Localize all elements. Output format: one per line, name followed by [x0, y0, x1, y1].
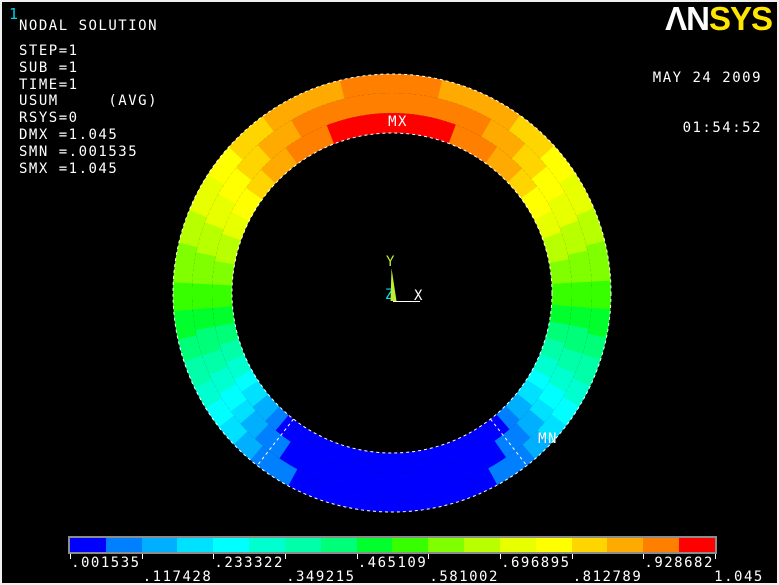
coordinate-triad: ZYX: [385, 254, 424, 304]
min-marker-label: MN: [538, 431, 558, 447]
ansys-graphics-window: 1 NODAL SOLUTION STEP=1SUB =1TIME=1USUM …: [0, 0, 779, 585]
max-marker-label: MX: [388, 114, 408, 130]
contour-plot: ZYXMXMN: [2, 2, 779, 585]
triad-x-label: X: [414, 288, 424, 304]
triad-y-axis-arrow: [391, 268, 397, 301]
triad-y-label: Y: [386, 254, 396, 270]
